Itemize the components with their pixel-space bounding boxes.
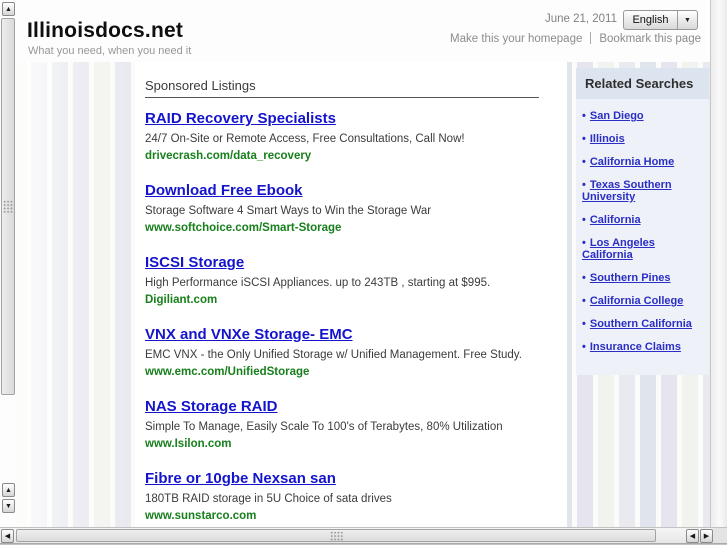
listing-description: High Performance iSCSI Appliances. up to…	[145, 277, 491, 289]
listing-item: ISCSI Storage High Performance iSCSI App…	[145, 254, 567, 307]
related-searches-panel: Related Searches • San Diego • Illinois • C…	[576, 68, 709, 375]
background-stripes-fade	[10, 62, 140, 527]
listing-description: 24/7 On-Site or Remote Access, Free Cons…	[145, 133, 465, 145]
listing-item: Fibre or 10gbe Nexsan san 180TB RAID sto…	[145, 470, 567, 523]
related-search-link[interactable]: • California College	[582, 295, 703, 307]
bullet-icon: •	[582, 133, 586, 145]
listing-description: 180TB RAID storage in 5U Choice of sata …	[145, 493, 392, 505]
scroll-left-icon: ◀	[4, 532, 11, 540]
scroll-left-icon: ◀	[689, 532, 696, 540]
listing-item: Download Free Ebook Storage Software 4 S…	[145, 182, 567, 235]
site-tagline: What you need, when you need it	[28, 45, 192, 57]
listing-item: RAID Recovery Specialists 24/7 On-Site o…	[145, 110, 567, 163]
bullet-icon: •	[582, 237, 586, 249]
bullet-icon: •	[582, 272, 586, 284]
listing-title-link[interactable]: VNX and VNXe Storage- EMC	[145, 326, 567, 344]
related-search-link[interactable]: • Southern California	[582, 318, 703, 330]
bookmark-page-link[interactable]: Bookmark this page	[599, 33, 701, 45]
related-search-link[interactable]: • San Diego	[582, 110, 703, 122]
header-links-separator	[590, 32, 592, 44]
related-search-link[interactable]: • Illinois	[582, 133, 703, 145]
scroll-down-button[interactable]: ▼	[2, 499, 15, 513]
language-selected-value: English	[632, 14, 669, 26]
scroll-up-icon: ▲	[5, 5, 12, 13]
listing-item: VNX and VNXe Storage- EMC EMC VNX - the …	[145, 326, 567, 379]
listing-item: NAS Storage RAID Simple To Manage, Easil…	[145, 398, 567, 451]
scroll-left-button[interactable]: ◀	[1, 529, 14, 543]
listing-description: Simple To Manage, Easily Scale To 100's …	[145, 421, 503, 433]
listing-title-link[interactable]: RAID Recovery Specialists	[145, 110, 567, 128]
language-selector[interactable]: English ▼	[623, 10, 698, 30]
related-searches-list: • San Diego • Illinois • California Home • T…	[576, 99, 709, 375]
horizontal-scrollbar-thumb[interactable]	[16, 529, 656, 542]
scroll-up-button-bottom[interactable]: ▲	[2, 483, 15, 497]
bullet-icon: •	[582, 341, 586, 353]
scroll-up-button[interactable]: ▲	[2, 2, 15, 16]
related-searches-heading: Related Searches	[576, 68, 709, 99]
listing-title-link[interactable]: Fibre or 10gbe Nexsan san	[145, 470, 567, 488]
listing-description: EMC VNX - the Only Unified Storage w/ Un…	[145, 349, 522, 361]
bullet-icon: •	[582, 179, 586, 191]
bullet-icon: •	[582, 110, 586, 122]
scroll-right-icon: ▶	[703, 532, 710, 540]
listing-display-url[interactable]: www.softchoice.com/Smart-Storage	[145, 221, 567, 235]
listing-title-link[interactable]: ISCSI Storage	[145, 254, 567, 272]
listing-display-url[interactable]: drivecrash.com/data_recovery	[145, 149, 567, 163]
listing-title-link[interactable]: Download Free Ebook	[145, 182, 567, 200]
scroll-down-icon: ▼	[5, 502, 12, 510]
header-links: Make this your homepage Bookmark this pag…	[450, 32, 701, 45]
scrollbar-grip-icon	[3, 200, 13, 213]
listing-description: Storage Software 4 Smart Ways to Win the…	[145, 205, 432, 217]
make-homepage-link[interactable]: Make this your homepage	[450, 33, 582, 45]
sponsored-listings-panel: Sponsored Listings RAID Recovery Special…	[135, 62, 567, 527]
related-search-link[interactable]: • California Home	[582, 156, 703, 168]
related-search-link[interactable]: • California	[582, 214, 703, 226]
scrollbar-grip-icon	[329, 530, 343, 541]
related-search-link[interactable]: • Texas Southern University	[582, 179, 703, 203]
related-search-link[interactable]: • Los Angeles California	[582, 237, 703, 261]
vertical-scrollbar-thumb[interactable]	[1, 18, 15, 395]
bullet-icon: •	[582, 318, 586, 330]
bullet-icon: •	[582, 214, 586, 226]
date-label: June 21, 2011	[544, 13, 617, 25]
site-title: Illinoisdocs.net	[27, 19, 184, 42]
related-search-link[interactable]: • Insurance Claims	[582, 341, 703, 353]
listing-title-link[interactable]: NAS Storage RAID	[145, 398, 567, 416]
scrollbar-corner	[713, 527, 727, 543]
bullet-icon: •	[582, 156, 586, 168]
scroll-right-button[interactable]: ▶	[700, 529, 713, 543]
bullet-icon: •	[582, 295, 586, 307]
related-search-link[interactable]: • Southern Pines	[582, 272, 703, 284]
vertical-scrollbar-track[interactable]	[710, 0, 727, 527]
sponsored-listings-heading: Sponsored Listings	[145, 78, 256, 93]
scroll-left-button-right[interactable]: ◀	[686, 529, 699, 543]
listing-display-url[interactable]: Digiliant.com	[145, 293, 567, 307]
listing-display-url[interactable]: www.Isilon.com	[145, 437, 567, 451]
scroll-up-icon: ▲	[5, 486, 12, 494]
chevron-down-icon[interactable]: ▼	[677, 11, 697, 29]
listing-display-url[interactable]: www.sunstarco.com	[145, 509, 567, 523]
heading-divider	[145, 97, 539, 98]
listing-display-url[interactable]: www.emc.com/UnifiedStorage	[145, 365, 567, 379]
